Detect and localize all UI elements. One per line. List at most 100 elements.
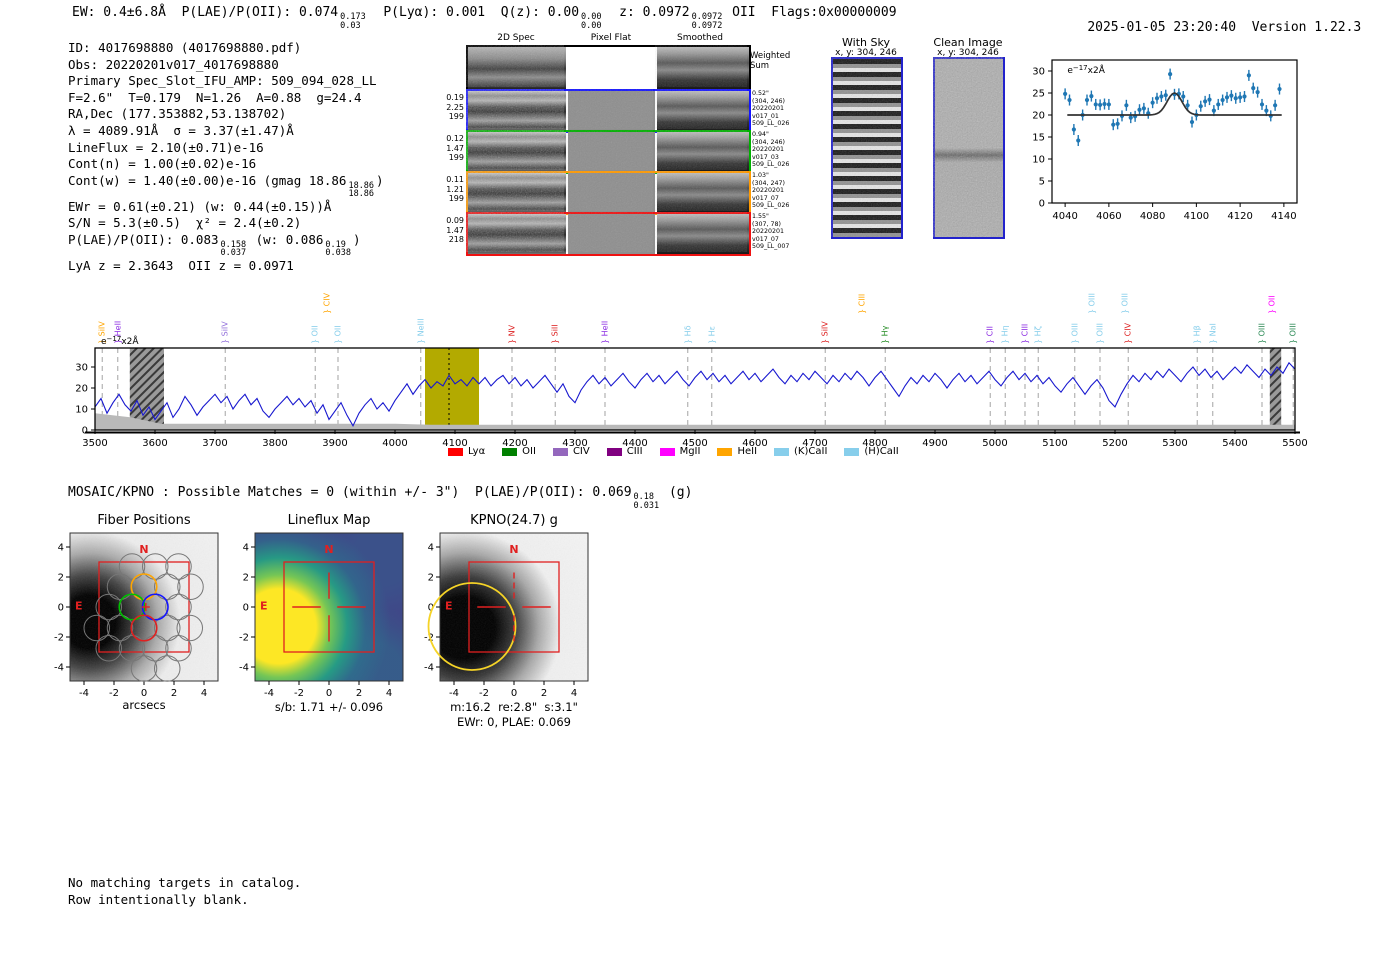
info-line: P(LAE)/P(OII): 0.083 0.158 0.037 (w: 0.086…	[68, 231, 361, 259]
data-point	[1141, 106, 1146, 111]
spec2d-row	[466, 89, 751, 133]
fiber-positions-title: Fiber Positions	[97, 513, 191, 528]
emission-line-label: } CII	[986, 326, 995, 344]
svg-text:5000: 5000	[982, 438, 1007, 449]
emission-line-label: } SiIV	[98, 321, 107, 344]
data-point	[1146, 111, 1151, 116]
emission-line-label: } HeII	[601, 321, 610, 344]
svg-text:4: 4	[386, 688, 392, 699]
svg-text:4: 4	[58, 543, 64, 554]
data-point	[1084, 97, 1090, 103]
emission-line-label: } OII	[311, 325, 320, 344]
legend-item: MgII	[659, 446, 700, 457]
spec2d-cell-image	[468, 132, 566, 172]
svg-text:2: 2	[243, 573, 249, 584]
data-point	[1211, 108, 1216, 113]
spec2d-cell-image	[657, 91, 749, 131]
data-point	[1159, 94, 1164, 99]
info-line: Cont(n) = 1.00(±0.02)e-16	[68, 156, 257, 172]
data-point	[1098, 102, 1103, 107]
kpno-caption-2: EWr: 0, PLAE: 0.069	[457, 715, 571, 729]
data-point	[1102, 101, 1107, 107]
data-point	[1259, 102, 1265, 107]
kpno-image	[440, 533, 588, 681]
svg-text:0: 0	[428, 603, 434, 614]
svg-text:0: 0	[326, 688, 332, 699]
legend-item: Lyα	[448, 446, 485, 457]
data-point	[1203, 99, 1208, 104]
spec2d-row	[466, 130, 751, 174]
svg-text:-2: -2	[294, 688, 304, 699]
emission-line-label: } CIII	[1021, 324, 1030, 344]
svg-text:20: 20	[1032, 111, 1045, 122]
with-sky-image	[831, 57, 903, 239]
gaussian-fit-line	[1067, 92, 1282, 116]
svg-text:5100: 5100	[1042, 438, 1067, 449]
svg-text:-2: -2	[239, 633, 249, 644]
data-point	[1229, 93, 1234, 98]
lineflux-caption: s/b: 1.71 +/- 0.096	[274, 700, 384, 714]
spec2d-row	[466, 171, 751, 215]
emission-line-label: } Hζ	[1034, 326, 1043, 344]
svg-text:2: 2	[541, 688, 547, 699]
svg-text:-2: -2	[479, 688, 489, 699]
timestamp: 2025-01-05 23:20:40	[1087, 20, 1237, 35]
spectrum-line	[94, 361, 1296, 427]
svg-text:5300: 5300	[1162, 438, 1187, 449]
svg-text:25: 25	[1032, 89, 1045, 100]
emission-line-label: } Hβ	[1193, 325, 1202, 344]
flux-units-label: e−17x2Å	[101, 335, 139, 347]
info-line: F=2.6" T=0.179 N=1.26 A=0.88 g=24.4	[68, 89, 362, 105]
kpno-title: KPNO(24.7) g	[470, 513, 558, 528]
summary-header-line: EW: 0.4±6.8Å P(LAE)/P(OII): 0.074 0.173 0.…	[72, 5, 897, 31]
footer-note-2: Row intentionally blank.	[68, 892, 249, 907]
info-line: Primary Spec_Slot_IFU_AMP: 509_094_028_L…	[68, 73, 377, 89]
svg-text:3800: 3800	[262, 438, 287, 449]
svg-text:0: 0	[511, 688, 517, 699]
legend-item: (H)CaII	[844, 446, 899, 457]
info-line: LineFlux = 2.10(±0.71)e-16	[68, 139, 264, 155]
version-label: Version 1.22.3	[1251, 20, 1362, 35]
detection-info-block: ID: 4017698880 (4017698880.pdf) Obs: 2022…	[68, 40, 384, 275]
data-point	[1181, 94, 1186, 99]
data-point	[1216, 102, 1221, 107]
data-point	[1224, 95, 1230, 100]
spec2d-weighted-pixelflat-image	[568, 47, 655, 89]
spec2d-col-header-smoothed: Smoothed	[677, 33, 723, 43]
svg-text:3700: 3700	[202, 438, 227, 449]
svg-text:-4: -4	[449, 688, 459, 699]
spec2d-row-left-labels: 0.19 2.25 199	[446, 93, 464, 121]
spec2d-row-right-labels: 1.55" (307, 78) 20220201 v017_07 509_LL_007	[752, 213, 790, 251]
spec2d-cell-image	[657, 173, 749, 213]
spectrum-legend: Lyα OII CIV CIII MgII HeII (K)CaII (H)CaII	[448, 446, 899, 457]
svg-text:4040: 4040	[1052, 211, 1077, 222]
info-line: S/N = 5.3(±0.5) χ² = 2.4(±0.2)	[68, 215, 302, 231]
data-point	[1150, 100, 1155, 105]
spec2d-row-right-labels: 1.03" (304, 247) 20220201 v017_07 509_LL_026	[752, 172, 790, 210]
data-point	[1238, 95, 1243, 100]
main-spectrum-plot: } SiIV} HeII} SiIV} OII} CIV} OII} NeIII…	[75, 292, 1307, 449]
emission-line-label: } CIV	[1124, 322, 1133, 344]
clean-image-coords: x, y: 304, 246	[937, 48, 999, 58]
legend-item: CIII	[606, 446, 643, 457]
data-point	[1093, 102, 1098, 107]
data-point	[1080, 112, 1085, 118]
spec2d-cell-image	[568, 132, 655, 172]
legend-swatch	[448, 447, 463, 456]
spec2d-row	[466, 212, 751, 256]
legend-swatch	[844, 447, 860, 456]
emission-line-label: } HeII	[113, 321, 122, 344]
emission-line-label: } Hδ	[683, 325, 692, 344]
legend-item: OII	[502, 446, 536, 457]
data-point	[1189, 119, 1195, 125]
spec2d-cell-image	[657, 132, 749, 172]
kpno-caption-1: m:16.2 re:2.8" s:3.1"	[450, 700, 578, 714]
svg-text:0: 0	[58, 603, 64, 614]
svg-text:5: 5	[1039, 177, 1045, 188]
stacked-range: 0.00 0.00	[581, 12, 602, 31]
data-point	[1172, 92, 1177, 97]
svg-text:4: 4	[571, 688, 577, 699]
emission-line-label: } Hγ	[881, 325, 890, 344]
spec2d-weighted-row	[466, 45, 751, 91]
masked-region-band	[129, 348, 164, 430]
